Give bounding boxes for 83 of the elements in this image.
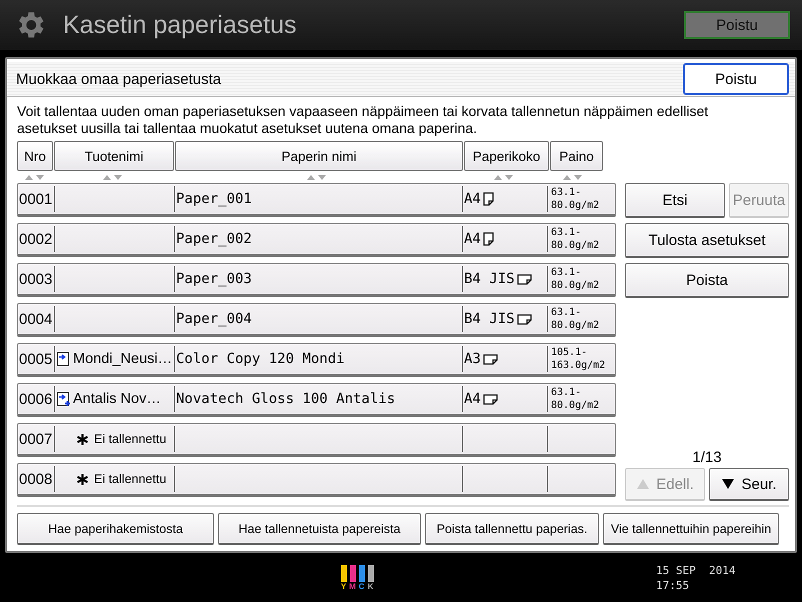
table-cell: 80.0g/m2 [551,239,600,252]
page-indicator: 1/13 [692,449,722,466]
up-triangle-icon [636,478,650,490]
asterisk-icon [76,432,89,446]
paper-row[interactable]: 0003 Paper_003 B4 JIS 63.1- 80.0g/m2 [17,263,616,297]
description-text: Voit tallentaa uuden oman paperiasetuksen vapaaseen näppäimeen tai korvata tallennetun näppäimen edelliset asetukset uusilla tai tallentaa muokatut asetukset uutena omana paperina. [17,103,710,137]
table-cell: Ei tallennettu [94,432,166,446]
table-cell: A4 [464,191,481,207]
column-header[interactable]: Tuotenimi [54,141,174,171]
table-cell: Antalis Nov… [73,391,161,407]
table-cell: 63.1- [551,186,582,199]
down-triangle-icon [721,478,736,490]
action-button[interactable]: Hae tallennetuista papereista [218,513,421,545]
table-cell: Color Copy 120 Mondi [176,351,345,367]
portrait-page-icon [482,192,494,206]
table-cell: 0001 [19,190,52,208]
paper-row[interactable]: 0002 Paper_002 A4 63.1- 80.0g/m2 [17,223,616,257]
landscape-page-icon [482,354,498,364]
paper-row[interactable]: 0006 Antalis Nov… Novatech Gloss 100 Antalis A4 63.1- 80.0g/m2 [17,383,616,417]
column-header[interactable]: Paperikoko [464,141,549,171]
paper-row[interactable]: 0005 Mondi_Neusi… Color Copy 120 Mondi A3 105.1- 163.0g/m2 [17,343,616,377]
date-text: 15 SEP 2014 [656,562,736,578]
table-cell: 63.1- [551,306,582,319]
action-button[interactable]: Poista [625,263,789,298]
table-cell: A3 [464,351,481,367]
table-cell: Mondi_Neusi… [73,351,172,367]
portrait-page-icon [482,232,494,246]
landscape-page-icon [516,274,532,284]
sort-arrows-icon[interactable] [102,174,124,180]
table-cell: Novatech Gloss 100 Antalis [176,391,396,407]
paper-row[interactable]: 0001 Paper_001 A4 63.1- 80.0g/m2 [17,183,616,217]
action-button[interactable]: Poista tallennettu paperias. [425,513,599,545]
table-cell: 0008 [19,470,52,488]
sort-arrows-icon[interactable] [562,174,584,180]
next-button[interactable]: Seur. [709,468,789,501]
table-cell: A4 [464,231,481,247]
table-cell: B4 JIS [464,271,515,287]
paper-row[interactable]: 0004 Paper_004 B4 JIS 63.1- 80.0g/m2 [17,303,616,337]
sort-arrows-icon[interactable] [306,174,328,180]
table-cell: A4 [464,391,481,407]
table-cell: 0004 [19,310,52,328]
table-cell: 163.0g/m2 [551,359,606,372]
table-cell: 0007 [19,430,52,448]
sort-arrows-icon[interactable] [24,174,46,180]
table-cell: 80.0g/m2 [551,279,600,292]
dialog-title: Muokkaa omaa paperiasetusta [16,70,222,88]
action-button[interactable]: Etsi [625,183,725,218]
time-text: 17:55 [656,578,690,592]
exit-button[interactable]: Poistu [683,63,789,95]
paper-row[interactable]: 0007 Ei tallennettu [17,423,616,457]
table-cell: 80.0g/m2 [551,199,600,212]
table-cell: Ei tallennettu [94,472,166,486]
sort-arrows-icon[interactable] [492,174,514,180]
table-cell: 63.1- [551,266,582,279]
exit-button[interactable]: Poistu [684,11,790,39]
table-cell: Paper_002 [176,231,252,247]
column-header[interactable]: Paperin nimi [175,141,463,171]
action-button[interactable]: Hae paperihakemistosta [17,513,214,545]
toner-levels-drawing: Y M C K [340,564,374,590]
asterisk-icon [76,472,89,486]
table-cell: 63.1- [551,386,582,399]
paper-row[interactable]: 0008 Ei tallennettu [17,463,616,497]
action-button[interactable]: Vie tallennettuihin papereihin [603,513,779,545]
table-cell: Paper_004 [176,311,252,327]
import-icon [56,351,71,367]
table-cell: 105.1- [551,346,588,359]
column-header[interactable]: Nro [17,141,53,171]
table-cell: Paper_001 [176,191,252,207]
table-cell: B4 JIS [464,311,515,327]
table-cell: 80.0g/m2 [551,319,600,332]
screen-title: Kasetin paperiasetus [63,10,298,40]
action-button[interactable]: Tulosta asetukset [625,223,789,258]
table-cell: 63.1- [551,226,582,239]
table-cell: Paper_003 [176,271,252,287]
landscape-page-icon [482,394,498,404]
import-icon [56,391,71,407]
landscape-page-icon [516,314,532,324]
table-cell: 0003 [19,270,52,288]
table-cell: 0006 [19,390,52,408]
column-header[interactable]: Paino [550,141,603,171]
table-cell: 0002 [19,230,52,248]
table-cell: 80.0g/m2 [551,399,600,412]
table-cell: 0005 [19,350,52,368]
